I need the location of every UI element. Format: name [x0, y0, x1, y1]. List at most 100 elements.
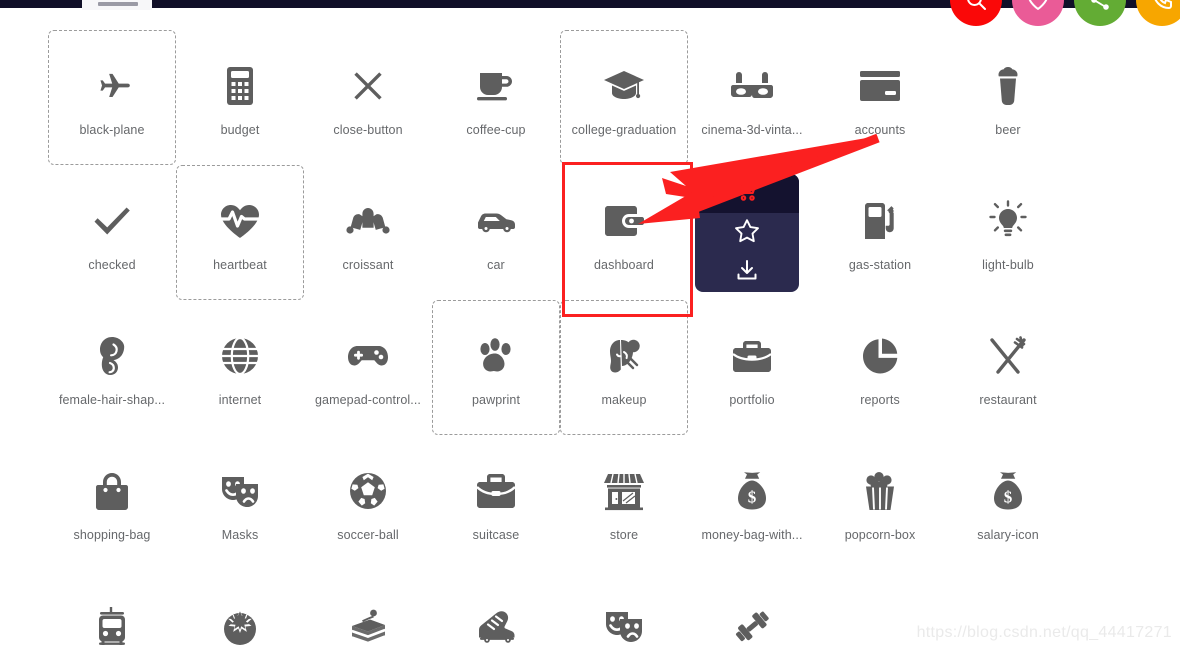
icon-cell-reports[interactable]: reports: [816, 300, 944, 435]
favorite-fab[interactable]: [1012, 0, 1064, 26]
check-mark-icon: [90, 194, 134, 248]
floating-action-buttons: [950, 0, 1180, 26]
icon-cell-light-bulb[interactable]: light-bulb: [944, 165, 1072, 300]
icon-label: beer: [995, 123, 1021, 137]
download-action[interactable]: [695, 253, 799, 292]
plane-icon: [91, 59, 133, 113]
icon-label: reports: [860, 393, 900, 407]
icon-cell-restaurant[interactable]: restaurant: [944, 300, 1072, 435]
icon-cell-cinema-3d-vinta[interactable]: cinema-3d-vinta...: [688, 30, 816, 165]
icon-cell-makeup[interactable]: makeup: [560, 300, 688, 435]
icon-cell-dashboard[interactable]: dashboard: [560, 165, 688, 300]
icon-label: popcorn-box: [844, 528, 916, 542]
icon-label: cinema-3d-vinta...: [701, 123, 803, 137]
soccer-ball-icon: [348, 464, 388, 518]
icon-cell[interactable]: [560, 570, 688, 649]
icon-cell-female-hair-shap[interactable]: female-hair-shap...: [48, 300, 176, 435]
icon-label: budget: [220, 123, 260, 137]
roller-skate-icon: [474, 599, 518, 649]
icon-cell-suitcase[interactable]: suitcase: [432, 435, 560, 570]
browser-tab-label-bar: [98, 2, 138, 6]
icon-label: money-bag-with...: [701, 528, 803, 542]
phone-icon: [1150, 0, 1174, 12]
icon-label: dashboard: [594, 258, 654, 272]
share-fab[interactable]: [1074, 0, 1126, 26]
heartbeat-icon: [219, 194, 261, 248]
icon-label: close-button: [333, 123, 403, 137]
browser-tab[interactable]: [82, 0, 152, 10]
croissant-icon: [346, 194, 390, 248]
icon-cell-croissant[interactable]: croissant: [304, 165, 432, 300]
money-bag-icon: $: [734, 464, 770, 518]
watermark: https://blog.csdn.net/qq_44417271: [916, 624, 1172, 641]
icon-cell-car[interactable]: car: [432, 165, 560, 300]
icon-cell-tomato[interactable]: tomato: [176, 570, 304, 649]
theater-masks-icon: [218, 464, 262, 518]
icon-cell-sweet-cake-piece[interactable]: sweet-cake-piece: [304, 570, 432, 649]
svg-text:$: $: [748, 488, 757, 507]
icon-label: croissant: [342, 258, 394, 272]
icon-cell-beer[interactable]: beer: [944, 30, 1072, 165]
heart-icon: [1026, 0, 1050, 12]
icon-cell-internet[interactable]: internet: [176, 300, 304, 435]
icon-cell-black-plane[interactable]: black-plane: [48, 30, 176, 165]
icon-cell-roller-skates[interactable]: roller-skates: [432, 570, 560, 649]
icon-cell-pawprint[interactable]: pawprint: [432, 300, 560, 435]
store-front-icon: [603, 464, 645, 518]
favorite-action[interactable]: [695, 213, 799, 252]
icon-label: coffee-cup: [466, 123, 526, 137]
icon-cell-tram-front-view[interactable]: tram-front-view: [48, 570, 176, 649]
icon-cell[interactable]: [688, 570, 816, 649]
popcorn-icon: [862, 464, 898, 518]
icon-cell-close-button[interactable]: close-button: [304, 30, 432, 165]
icon-cell-masks[interactable]: Masks: [176, 435, 304, 570]
icon-label: gas-station: [848, 258, 912, 272]
wallet-icon: [603, 194, 645, 248]
icon-cell-accounts[interactable]: accounts: [816, 30, 944, 165]
icon-cell-heartbeat[interactable]: heartbeat: [176, 165, 304, 300]
icon-label: female-hair-shap...: [58, 393, 166, 407]
search-fab[interactable]: [950, 0, 1002, 26]
add-to-cart-action[interactable]: [695, 174, 799, 214]
icon-cell-soccer-ball[interactable]: soccer-ball: [304, 435, 432, 570]
icon-cell-shopping-bag[interactable]: shopping-bag: [48, 435, 176, 570]
briefcase-icon: [731, 329, 773, 383]
icon-cell-gas-station[interactable]: gas-station: [816, 165, 944, 300]
icon-cell-money-bag-with[interactable]: $ money-bag-with...: [688, 435, 816, 570]
star-icon: [734, 218, 760, 248]
suitcase-icon: [475, 464, 517, 518]
icon-label: car: [487, 258, 505, 272]
icon-label: Masks: [221, 528, 259, 542]
icon-cell-salary-icon[interactable]: $ salary-icon: [944, 435, 1072, 570]
icon-grid: black-plane budget close-button coffee-cup c…: [48, 30, 1180, 649]
icon-label: shopping-bag: [73, 528, 151, 542]
makeup-face-icon: [604, 329, 644, 383]
support-fab[interactable]: [1136, 0, 1180, 26]
shopping-bag-icon: [94, 464, 130, 518]
icon-cell-home[interactable]: homehome: [688, 165, 816, 300]
tram-icon: [95, 599, 129, 649]
cart-icon: [734, 179, 760, 208]
icon-label: store: [609, 528, 639, 542]
download-icon: [735, 258, 759, 287]
icon-cell-college-graduation[interactable]: college-graduation: [560, 30, 688, 165]
icon-label: portfolio: [729, 393, 775, 407]
icon-label: suitcase: [472, 528, 520, 542]
money-bag-icon: $: [990, 464, 1026, 518]
icon-cell-checked[interactable]: checked: [48, 165, 176, 300]
fork-knife-icon: [987, 329, 1029, 383]
icon-cell-popcorn-box[interactable]: popcorn-box: [816, 435, 944, 570]
icon-cell-coffee-cup[interactable]: coffee-cup: [432, 30, 560, 165]
icon-cell-budget[interactable]: budget: [176, 30, 304, 165]
theater-masks-icon: [602, 599, 646, 649]
icon-cell-gamepad-control[interactable]: gamepad-control...: [304, 300, 432, 435]
coffee-cup-icon: [475, 59, 517, 113]
icon-label: internet: [218, 393, 262, 407]
icon-cell-store[interactable]: store: [560, 435, 688, 570]
icon-hover-actions-panel: [695, 174, 799, 292]
graduation-cap-icon: [602, 59, 646, 113]
svg-text:$: $: [1004, 488, 1013, 507]
icon-cell-portfolio[interactable]: portfolio: [688, 300, 816, 435]
gas-pump-icon: [861, 194, 899, 248]
icon-label: accounts: [854, 123, 906, 137]
